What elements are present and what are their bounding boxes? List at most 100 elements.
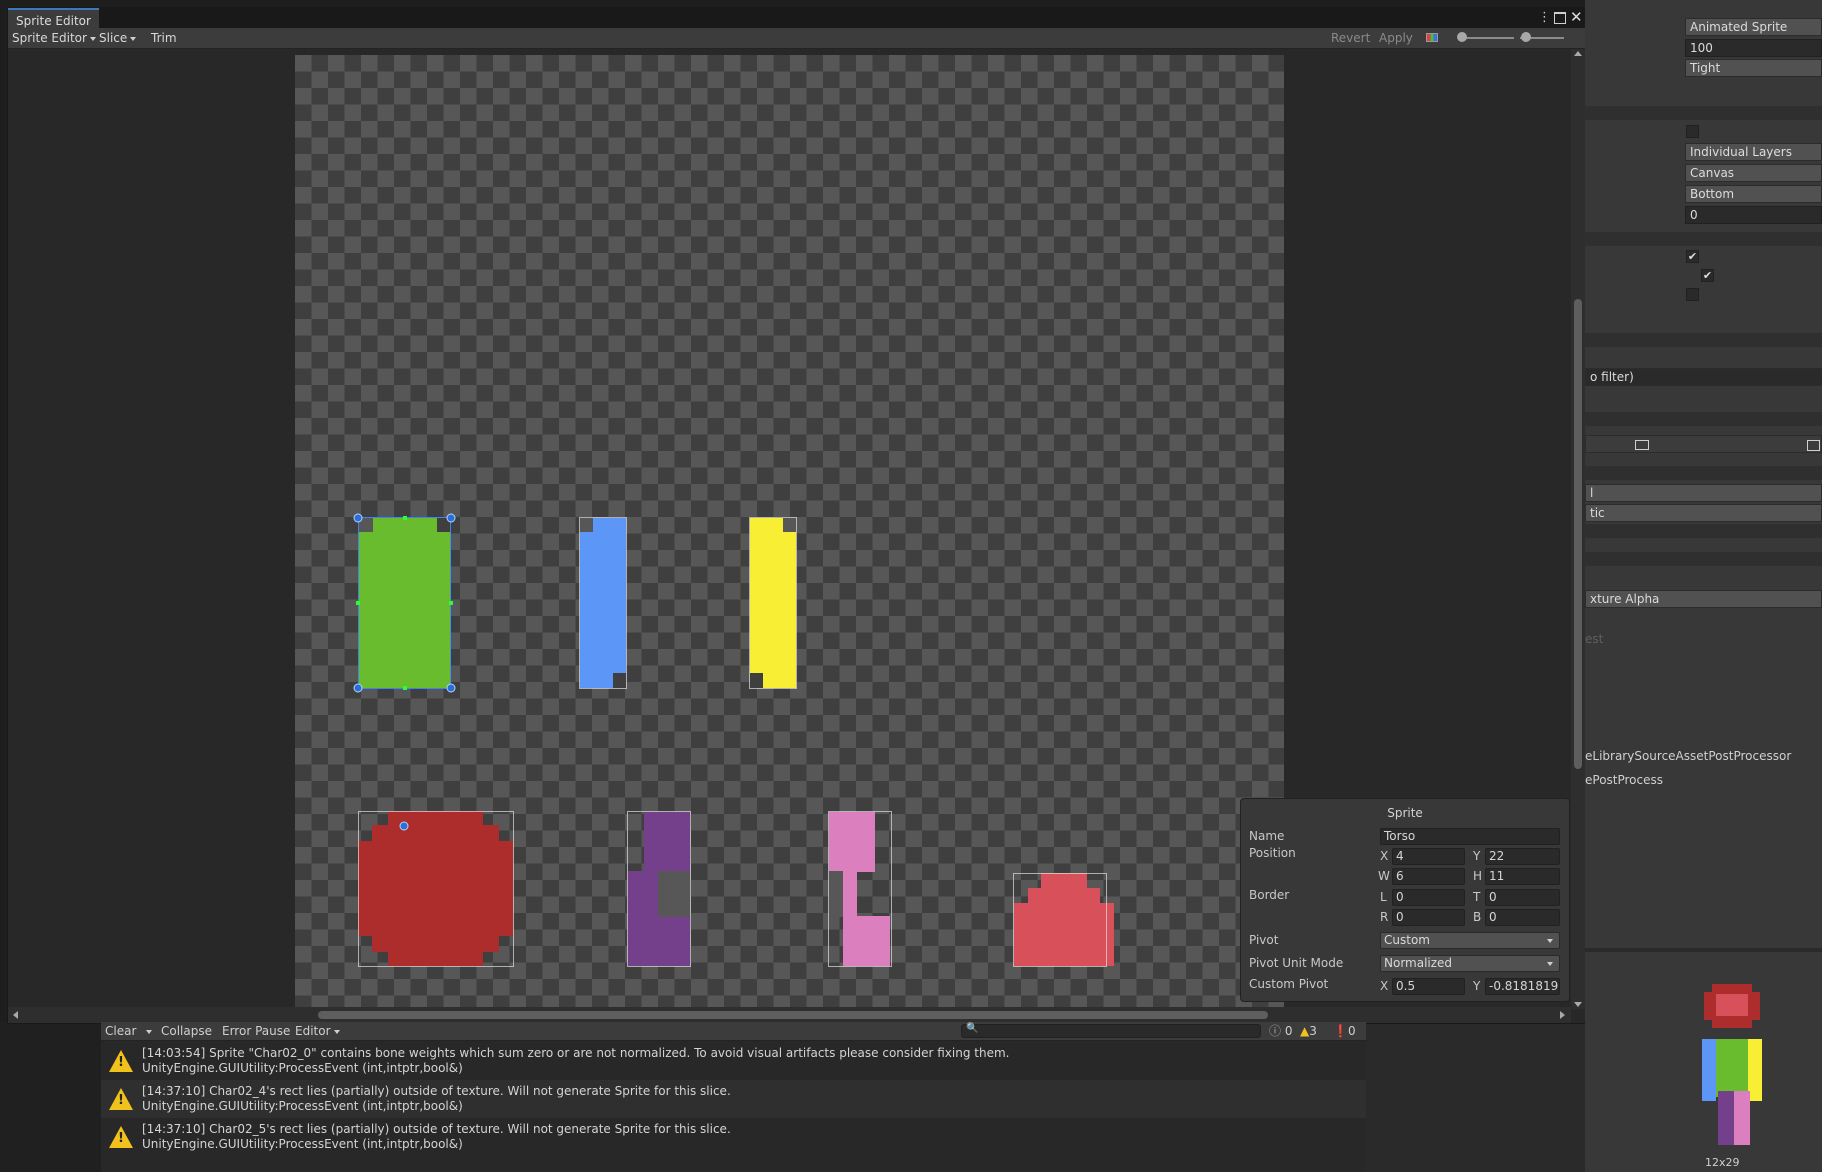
canvas-dropdown[interactable]: Canvas bbox=[1685, 164, 1822, 182]
section-divider bbox=[1585, 106, 1822, 120]
chevron-down-icon bbox=[130, 36, 137, 41]
leg-pink-sprite bbox=[829, 812, 875, 872]
info-toggle[interactable]: ⓘ 0 bbox=[1269, 1022, 1292, 1040]
mesh-type-dropdown[interactable]: Animated Sprite bbox=[1685, 18, 1822, 36]
log-entry[interactable]: ! [14:37:10] Char02_5's rect lies (parti… bbox=[101, 1118, 1366, 1156]
trim-button[interactable]: Trim bbox=[151, 28, 177, 48]
vertical-scroll-thumb[interactable] bbox=[1574, 299, 1582, 769]
position-x-field[interactable]: 4 bbox=[1392, 848, 1465, 865]
edge-handle bbox=[403, 516, 407, 520]
info-count: 0 bbox=[1284, 1024, 1293, 1038]
slice-dropdown[interactable]: Slice bbox=[99, 28, 137, 48]
leg-pink-sprite-lower bbox=[843, 916, 890, 966]
alpha-slider-thumb[interactable] bbox=[1457, 32, 1467, 42]
horizontal-scroll-thumb[interactable] bbox=[318, 1011, 1268, 1019]
postprocess-label: ePostProcess bbox=[1585, 773, 1664, 787]
color-channel-icon[interactable] bbox=[1426, 33, 1438, 42]
border-r-field[interactable]: 0 bbox=[1392, 909, 1465, 926]
preview-left-arm bbox=[1702, 1039, 1716, 1101]
border-b-field[interactable]: 0 bbox=[1485, 909, 1560, 926]
name-field[interactable]: Torso bbox=[1380, 828, 1560, 845]
pivot-dropdown[interactable]: Custom bbox=[1380, 932, 1560, 949]
slice-label: Slice bbox=[99, 31, 128, 45]
log-entry[interactable]: ! [14:37:10] Char02_4's rect lies (parti… bbox=[101, 1080, 1366, 1118]
postprocessor-label: eLibrarySourceAssetPostProcessor bbox=[1585, 749, 1792, 763]
close-icon[interactable]: ✕ bbox=[1570, 8, 1583, 26]
resize-handle[interactable] bbox=[353, 683, 363, 693]
chevron-down-icon bbox=[333, 1029, 340, 1034]
inspector-checkbox-4[interactable] bbox=[1686, 288, 1699, 301]
pivot-unit-mode-dropdown[interactable]: Normalized bbox=[1380, 955, 1560, 972]
filter-field[interactable]: o filter) bbox=[1585, 368, 1822, 386]
grid-icon[interactable] bbox=[1807, 440, 1820, 451]
section-divider bbox=[1585, 232, 1822, 246]
axis-w: W bbox=[1378, 869, 1390, 883]
collapse-button[interactable]: Collapse bbox=[161, 1022, 212, 1040]
border-t-field[interactable]: 0 bbox=[1485, 889, 1560, 906]
error-toggle[interactable]: ❗0 bbox=[1333, 1022, 1356, 1040]
monitor-icon[interactable] bbox=[1635, 440, 1649, 450]
revert-button[interactable]: Revert bbox=[1331, 28, 1370, 48]
position-label: Position bbox=[1249, 846, 1296, 860]
resize-handle[interactable] bbox=[353, 513, 363, 523]
maximize-icon[interactable] bbox=[1554, 12, 1566, 24]
pivot-handle[interactable] bbox=[399, 821, 409, 831]
axis-t: T bbox=[1473, 890, 1481, 904]
clear-button[interactable]: Clear bbox=[105, 1022, 136, 1040]
resize-handle[interactable] bbox=[446, 513, 456, 523]
apply-button[interactable]: Apply bbox=[1379, 28, 1413, 48]
error-count: 0 bbox=[1347, 1024, 1356, 1038]
position-h-field[interactable]: 11 bbox=[1485, 868, 1560, 885]
import-mode-dropdown[interactable]: Individual Layers bbox=[1685, 143, 1822, 161]
preview-torso bbox=[1716, 1039, 1748, 1097]
section-divider bbox=[1585, 466, 1822, 480]
custom-pivot-y-field[interactable]: -0.8181819 bbox=[1485, 978, 1560, 995]
sprite-editor-tab[interactable]: Sprite Editor bbox=[8, 8, 99, 28]
scroll-down-icon[interactable] bbox=[1574, 1002, 1582, 1007]
scroll-left-icon[interactable] bbox=[13, 1011, 18, 1019]
arm-blue-cutout bbox=[613, 673, 626, 688]
chevron-down-icon bbox=[89, 36, 96, 41]
scroll-up-icon[interactable] bbox=[1574, 51, 1582, 56]
inspector-partial-field-1[interactable]: l bbox=[1585, 484, 1822, 502]
inspector-partial-field-2[interactable]: tic bbox=[1585, 504, 1822, 522]
console-search-input[interactable]: 🔍 bbox=[961, 1023, 1261, 1038]
left-gutter bbox=[0, 1022, 101, 1172]
torso-sprite bbox=[359, 518, 451, 688]
arm-yellow-sprite bbox=[750, 518, 796, 688]
position-w-field[interactable]: 6 bbox=[1392, 868, 1465, 885]
platform-tabs[interactable] bbox=[1585, 435, 1822, 453]
position-y-field[interactable]: 22 bbox=[1485, 848, 1560, 865]
preview-size-label: 12x29 bbox=[1705, 1156, 1740, 1169]
character-preview bbox=[1702, 984, 1762, 1145]
edge-handle bbox=[403, 686, 407, 690]
inspector-checkbox-3[interactable]: ✔ bbox=[1701, 269, 1714, 282]
error-pause-button[interactable]: Error Pause bbox=[222, 1022, 290, 1040]
zoom-slider-thumb[interactable] bbox=[1521, 32, 1531, 42]
horizontal-scrollbar[interactable] bbox=[8, 1007, 1571, 1023]
clear-options-dropdown[interactable] bbox=[143, 1022, 152, 1040]
resize-handle[interactable] bbox=[446, 683, 456, 693]
alpha-source-dropdown[interactable]: xture Alpha bbox=[1585, 590, 1822, 608]
mesh-setting-dropdown[interactable]: Tight bbox=[1685, 59, 1822, 77]
error-icon: ❗ bbox=[1333, 1024, 1348, 1038]
inspector-checkbox-2[interactable]: ✔ bbox=[1686, 250, 1699, 263]
warning-icon: ! bbox=[109, 1126, 133, 1148]
log-stack: UnityEngine.GUIUtility:ProcessEvent (int… bbox=[142, 1061, 463, 1075]
inspector-checkbox-1[interactable] bbox=[1686, 125, 1699, 138]
offset-field[interactable]: 0 bbox=[1685, 206, 1822, 224]
more-options-icon[interactable]: ⋮ bbox=[1538, 10, 1551, 26]
log-entry[interactable]: ! [14:03:54] Sprite "Char02_0" contains … bbox=[101, 1042, 1366, 1080]
scroll-right-icon[interactable] bbox=[1560, 1011, 1565, 1019]
mode-dropdown[interactable]: Sprite Editor bbox=[12, 28, 96, 48]
axis-x: X bbox=[1380, 979, 1389, 993]
pixels-per-unit-field[interactable]: 100 bbox=[1685, 39, 1822, 57]
vertical-scrollbar[interactable] bbox=[1571, 49, 1585, 1009]
console-window: Clear Collapse Error Pause Editor 🔍 ⓘ 0 … bbox=[101, 1022, 1366, 1172]
warning-toggle[interactable]: ▲3 bbox=[1300, 1022, 1317, 1040]
border-l-field[interactable]: 0 bbox=[1392, 889, 1465, 906]
alignment-dropdown[interactable]: Bottom bbox=[1685, 185, 1822, 203]
custom-pivot-x-field[interactable]: 0.5 bbox=[1392, 978, 1465, 995]
console-side-panel bbox=[1366, 1022, 1585, 1172]
editor-dropdown[interactable]: Editor bbox=[295, 1022, 340, 1040]
